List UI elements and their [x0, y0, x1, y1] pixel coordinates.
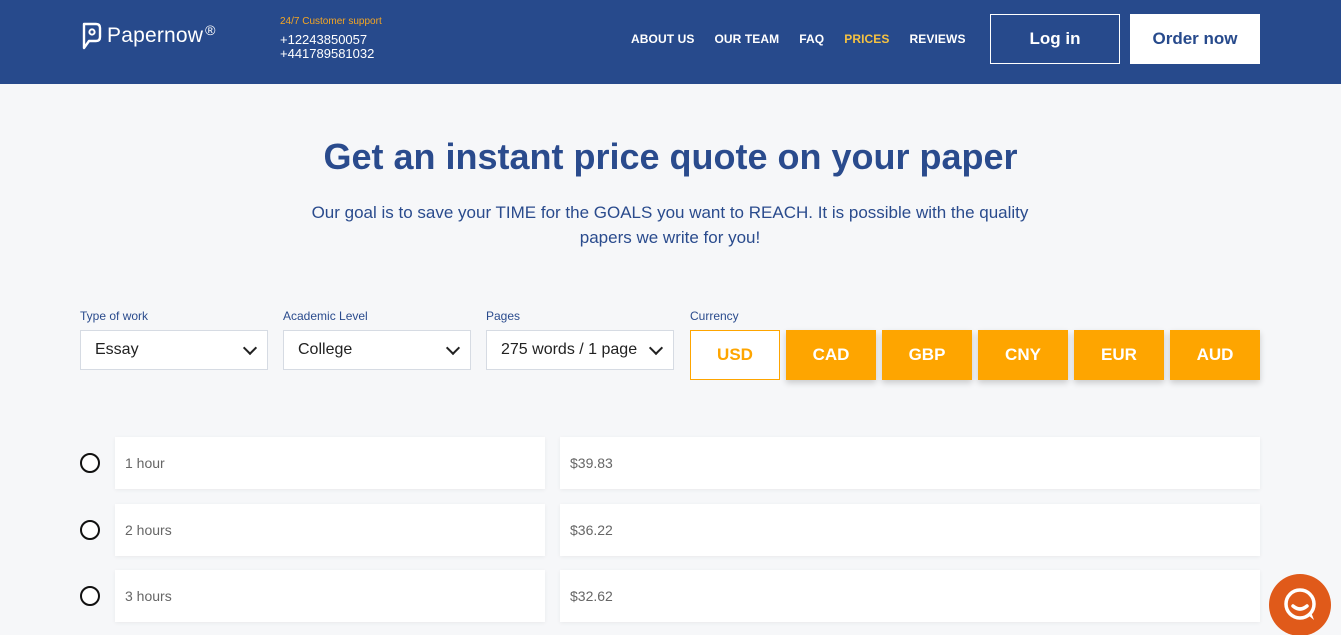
login-button[interactable]: Log in — [990, 14, 1120, 64]
pages-value: 275 words / 1 page — [501, 341, 638, 358]
type-of-work-select[interactable]: Essay — [80, 330, 268, 370]
nav-our-team[interactable]: OUR TEAM — [714, 32, 779, 46]
price-row[interactable]: 1 hour $39.83 — [0, 437, 1341, 489]
price-row[interactable]: 2 hours $36.22 — [0, 504, 1341, 556]
page-subtitle: Our goal is to save your TIME for the GO… — [311, 203, 1029, 247]
nav-about-us[interactable]: ABOUT US — [631, 32, 694, 46]
pages-label: Pages — [486, 309, 521, 323]
main-nav: ABOUT US OUR TEAM FAQ PRICES REVIEWS — [631, 32, 986, 46]
deadline-radio[interactable] — [80, 453, 100, 473]
chat-bubble-icon — [1284, 588, 1316, 620]
price-cell: $36.22 — [560, 504, 1260, 556]
deadline-cell: 3 hours — [115, 570, 545, 622]
price-cell: $32.62 — [560, 570, 1260, 622]
academic-level-label: Academic Level — [283, 309, 368, 323]
order-now-button[interactable]: Order now — [1130, 14, 1260, 64]
price-row[interactable]: 3 hours $32.62 — [0, 570, 1341, 622]
deadline-radio[interactable] — [80, 520, 100, 540]
page-title: Get an instant price quote on your paper — [323, 136, 1018, 177]
price-cell: $39.83 — [560, 437, 1260, 489]
nav-reviews[interactable]: REVIEWS — [910, 32, 966, 46]
currency-aud-button[interactable]: AUD — [1170, 330, 1260, 380]
nav-faq[interactable]: FAQ — [799, 32, 824, 46]
site-header: Papernow ® 24/7 Customer support +122438… — [0, 0, 1341, 84]
currency-label: Currency — [690, 309, 739, 323]
chevron-down-icon — [242, 340, 258, 355]
currency-gbp-button[interactable]: GBP — [882, 330, 972, 380]
nav-prices[interactable]: PRICES — [844, 32, 889, 46]
pages-select[interactable]: 275 words / 1 page — [486, 330, 674, 370]
customer-support: 24/7 Customer support +12243850057 +4417… — [280, 16, 382, 61]
academic-level-select[interactable]: College — [283, 330, 471, 370]
chat-widget-button[interactable] — [1269, 574, 1331, 635]
phone-uk[interactable]: +441789581032 — [280, 47, 382, 61]
phone-us[interactable]: +12243850057 — [280, 33, 382, 47]
papernow-logo-icon — [82, 22, 102, 50]
currency-cad-button[interactable]: CAD — [786, 330, 876, 380]
deadline-cell: 1 hour — [115, 437, 545, 489]
chevron-down-icon — [648, 340, 664, 355]
chevron-down-icon — [445, 340, 461, 355]
brand-registered-mark: ® — [205, 22, 216, 38]
academic-level-value: College — [298, 341, 353, 358]
deadline-radio[interactable] — [80, 586, 100, 606]
type-of-work-value: Essay — [95, 341, 139, 358]
type-of-work-label: Type of work — [80, 309, 149, 323]
deadline-cell: 2 hours — [115, 504, 545, 556]
currency-cny-button[interactable]: CNY — [978, 330, 1068, 380]
logo[interactable]: Papernow ® — [80, 22, 216, 50]
support-label: 24/7 Customer support — [280, 16, 382, 27]
brand-name: Papernow — [107, 24, 204, 47]
currency-usd-button[interactable]: USD — [690, 330, 780, 380]
currency-eur-button[interactable]: EUR — [1074, 330, 1164, 380]
